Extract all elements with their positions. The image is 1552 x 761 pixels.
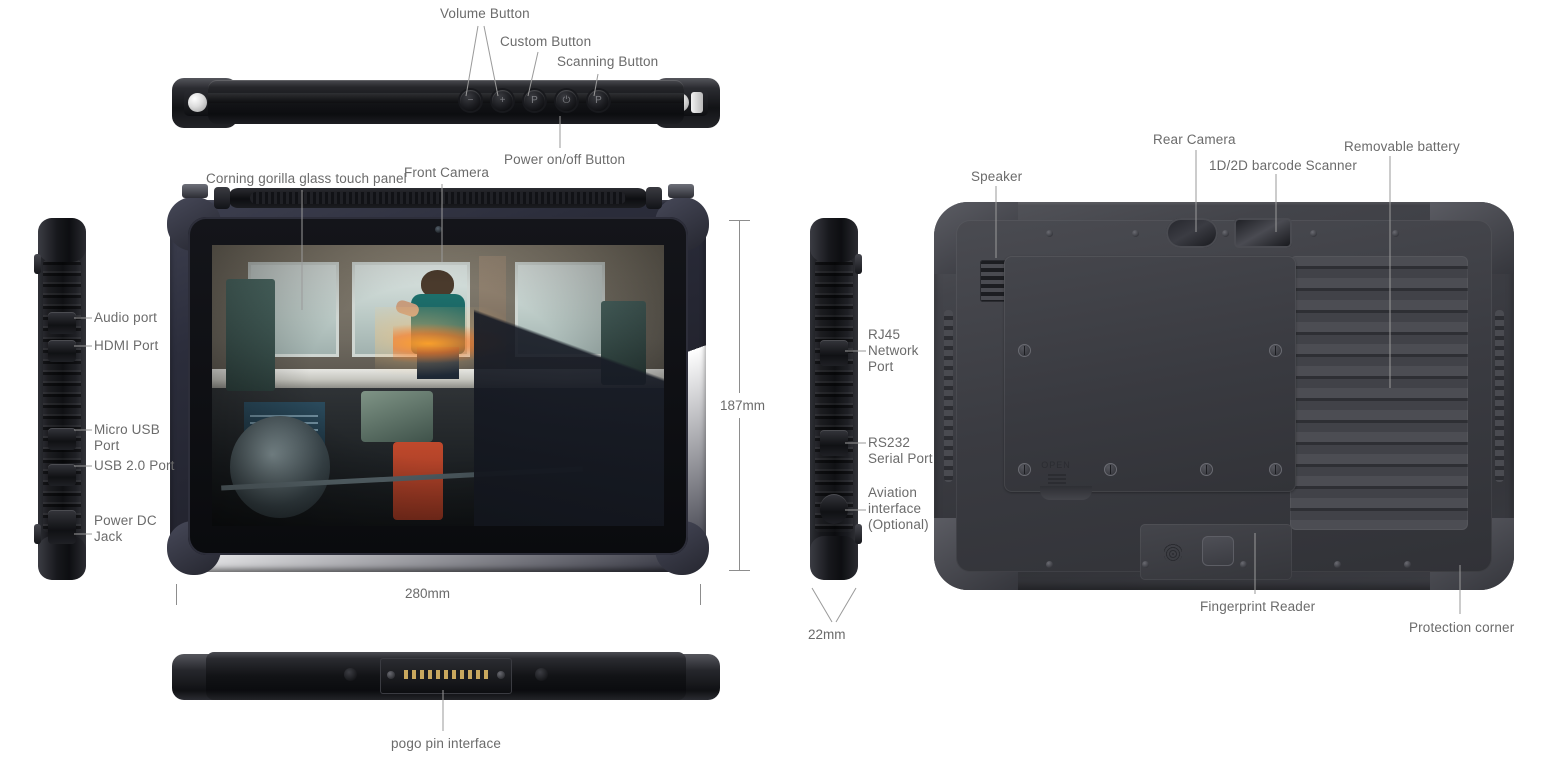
rear-view-leader-lines bbox=[995, 150, 1461, 614]
